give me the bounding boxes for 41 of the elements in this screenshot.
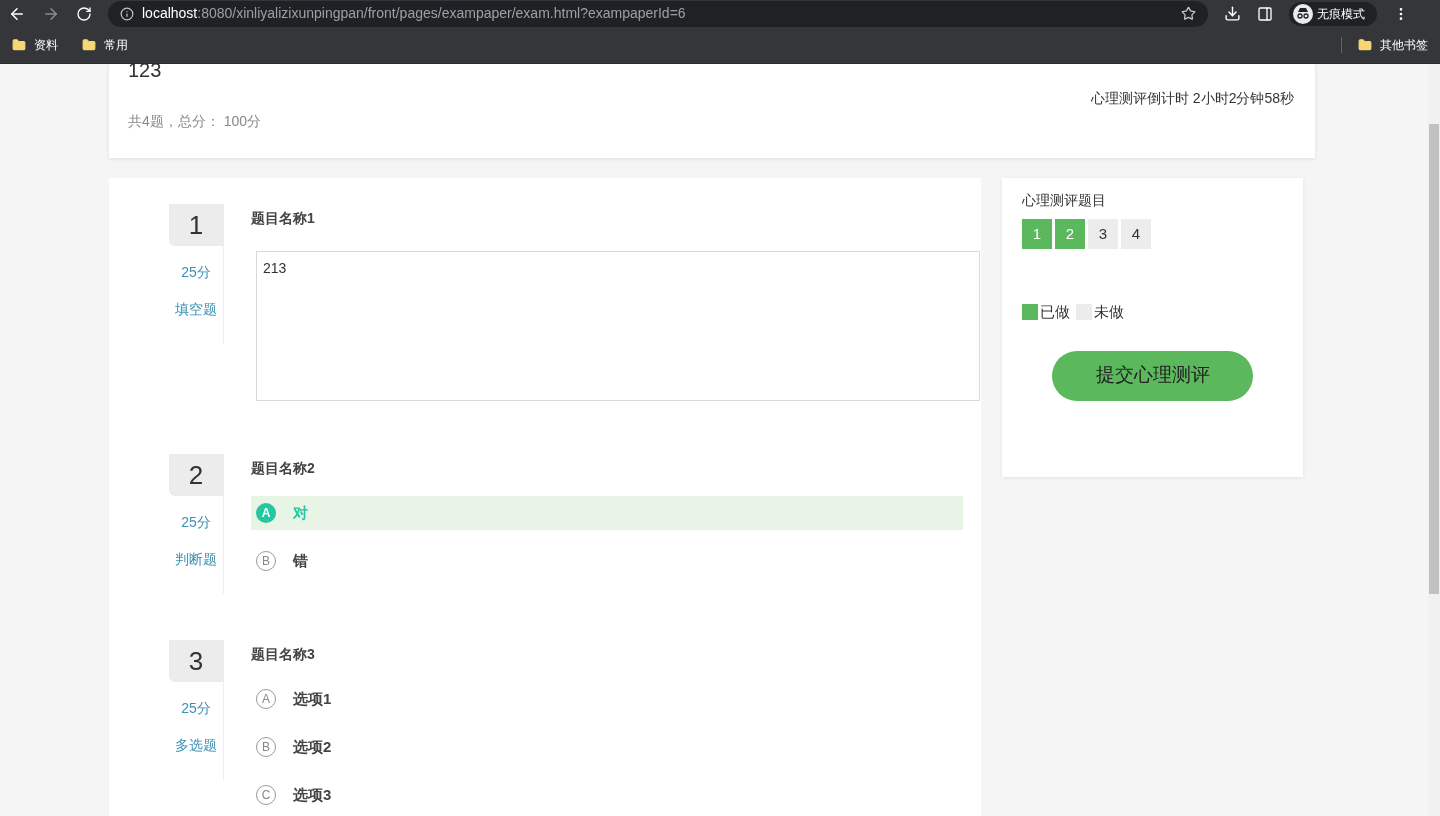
folder-icon [12, 38, 26, 52]
reload-icon[interactable] [76, 5, 92, 22]
folder-icon [82, 38, 96, 52]
question-score: 25分 [181, 699, 211, 718]
legend-label: 已做 [1040, 302, 1070, 322]
folder-icon [1358, 38, 1372, 52]
profile-chip[interactable]: 无痕模式 [1289, 1, 1377, 26]
legend-label: 未做 [1094, 302, 1124, 322]
question-title: 题目名称2 [251, 459, 316, 478]
side-panel-icon[interactable] [1257, 5, 1273, 22]
question-number: 3 [168, 640, 224, 682]
url-text: localhost:8080/xinliyalizixunpingpan/front/pages/exampaper/exam.html?exampaperId=6 [142, 4, 687, 23]
download-icon[interactable] [1224, 5, 1241, 22]
question-nav-button[interactable]: 3 [1088, 219, 1118, 249]
question-number: 1 [168, 204, 224, 246]
submit-button[interactable]: 提交心理测评 [1052, 350, 1253, 401]
option-letter: A [256, 503, 276, 523]
answer-option[interactable]: A 选项1 [251, 682, 963, 716]
info-icon[interactable] [120, 6, 134, 21]
question-type: 判断题 [175, 550, 217, 569]
incognito-icon [1293, 3, 1313, 24]
bookmark-star-icon[interactable] [1181, 6, 1196, 21]
question-title: 题目名称1 [251, 209, 316, 228]
bookmark-folder[interactable]: 其他书签 [1358, 36, 1428, 54]
question-score: 25分 [181, 263, 211, 282]
question-title: 题目名称3 [251, 645, 316, 664]
answer-field[interactable]: 213 [256, 251, 980, 401]
answer-option[interactable]: B 选项2 [251, 730, 963, 764]
question-number: 2 [168, 454, 224, 496]
answer-option[interactable]: C 选项3 [251, 778, 963, 812]
answer-option[interactable]: B 错 [251, 544, 963, 578]
bookmark-folder[interactable]: 资料 [12, 36, 58, 54]
address-bar[interactable]: localhost:8080/xinliyalizixunpingpan/front/pages/exampaper/exam.html?exampaperId=6 [108, 0, 1208, 27]
exam-countdown: 心理测评倒计时 2小时2分钟58秒 [1090, 89, 1294, 108]
question-type: 填空题 [175, 300, 217, 319]
question-nav-button[interactable]: 4 [1121, 219, 1151, 249]
question-type: 多选题 [175, 736, 217, 755]
nav-title: 心理测评题目 [1022, 191, 1107, 210]
exam-summary: 共4题，总分： 100分 [128, 112, 263, 131]
bookmark-folder[interactable]: 常用 [82, 36, 128, 54]
question-score: 25分 [181, 513, 211, 532]
